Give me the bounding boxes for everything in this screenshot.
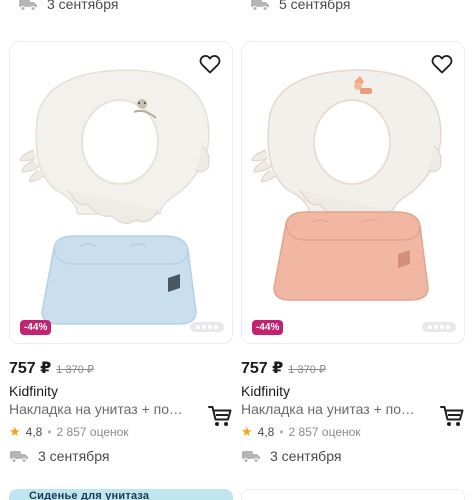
next-product-card[interactable]: Сиденье для унитаза: [9, 489, 233, 500]
delivery-info: 3 сентября: [18, 0, 118, 12]
delivery-date: 3 сентября: [270, 448, 342, 464]
old-price: 1 370 ₽: [56, 364, 94, 376]
previous-row: 3 сентября 5 сентября: [0, 0, 474, 16]
separator-dot: •: [47, 425, 52, 439]
reviews-count: 2 857 оценок: [56, 425, 129, 439]
title-row: Накладка на унитаз + подставка: [9, 401, 235, 426]
next-product-card[interactable]: [241, 489, 465, 500]
product-image[interactable]: -44%: [241, 41, 465, 344]
discount-badge: -44%: [252, 320, 284, 335]
favorite-heart-icon[interactable]: [198, 52, 222, 76]
rating-value: 4,8: [257, 425, 275, 439]
current-price: 757 ₽: [9, 360, 52, 377]
pager-dot: [208, 325, 212, 329]
image-pager-dots[interactable]: [190, 322, 224, 332]
step-stool-illustration: [41, 235, 197, 325]
product-image[interactable]: -44%: [9, 41, 233, 344]
rating-value: 4,8: [25, 425, 43, 439]
product-photo: [19, 69, 210, 325]
price-row: 757 ₽ 1 370 ₽: [9, 358, 235, 378]
price-row: 757 ₽ 1 370 ₽: [241, 358, 467, 378]
delivery-info: 5 сентября: [250, 0, 350, 12]
delivery-info: 3 сентября: [9, 448, 235, 464]
product-photo: [251, 69, 442, 301]
product-card[interactable]: -44% 757 ₽ 1 370 ₽ Kidfinity Накладка на…: [9, 41, 235, 464]
pager-dot: [196, 325, 200, 329]
truck-icon: [10, 451, 28, 463]
truck-icon: [19, 0, 37, 11]
product-title[interactable]: Накладка на унитаз + подставка: [9, 401, 187, 417]
image-pager-dots[interactable]: [422, 322, 456, 332]
old-price: 1 370 ₽: [288, 364, 326, 376]
star-icon: ★: [241, 424, 253, 439]
toilet-seat-illustration: [251, 69, 442, 224]
reviews-count: 2 857 оценок: [288, 425, 361, 439]
toilet-seat-illustration: [19, 69, 210, 224]
banner-text: Сиденье для унитаза: [29, 490, 150, 500]
delivery-date: 3 сентября: [47, 0, 119, 12]
favorite-heart-icon[interactable]: [430, 52, 454, 76]
add-to-cart-icon[interactable]: [439, 403, 465, 429]
star-icon: ★: [9, 424, 21, 439]
pager-dot: [434, 325, 438, 329]
delivery-info: 3 сентября: [241, 448, 467, 464]
delivery-date: 3 сентября: [38, 448, 110, 464]
discount-badge: -44%: [20, 320, 52, 335]
rating-row: ★ 4,8 • 2 857 оценок: [241, 424, 467, 440]
pager-dot: [202, 325, 206, 329]
product-title[interactable]: Накладка на унитаз + подставка: [241, 401, 419, 417]
pager-dot: [214, 325, 218, 329]
step-stool-illustration: [273, 211, 429, 301]
current-price: 757 ₽: [241, 360, 284, 377]
title-row: Накладка на унитаз + подставка: [241, 401, 467, 426]
product-card[interactable]: -44% 757 ₽ 1 370 ₽ Kidfinity Накладка на…: [241, 41, 467, 464]
pager-dot: [440, 325, 444, 329]
brand-name[interactable]: Kidfinity: [9, 383, 235, 399]
pager-dot: [428, 325, 432, 329]
add-to-cart-icon[interactable]: [207, 403, 233, 429]
separator-dot: •: [279, 425, 284, 439]
pager-dot: [446, 325, 450, 329]
truck-icon: [251, 0, 269, 11]
delivery-date: 5 сентября: [279, 0, 351, 12]
truck-icon: [242, 451, 260, 463]
brand-name[interactable]: Kidfinity: [241, 383, 467, 399]
rating-row: ★ 4,8 • 2 857 оценок: [9, 424, 235, 440]
